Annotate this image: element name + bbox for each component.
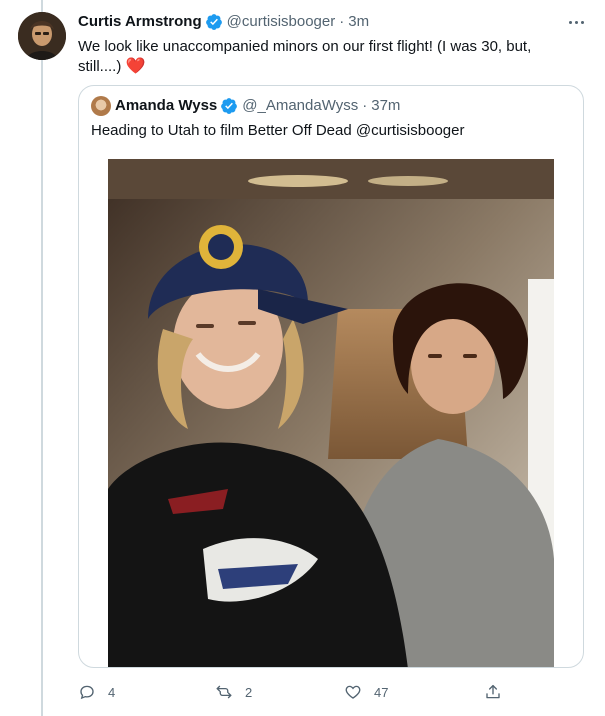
like-button[interactable]: 47 (344, 680, 388, 704)
quoted-verified-badge-icon (221, 98, 238, 114)
quoted-author-display-name: Amanda Wyss (115, 97, 218, 114)
quoted-tweet-header: Amanda Wyss @_AmandaWyss · 37m (91, 96, 400, 116)
retweet-button[interactable]: 2 (215, 680, 252, 704)
tweet-header: Curtis Armstrong @curtisisbooger · 3m (78, 12, 369, 32)
reply-icon (80, 685, 94, 700)
share-icon (486, 684, 500, 699)
heart-emoji: ❤️ (125, 58, 146, 75)
quoted-tweet-photo[interactable] (108, 159, 554, 667)
tweet-text: We look like unaccompanied minors on our… (78, 37, 578, 77)
avatar[interactable] (18, 12, 66, 60)
tweet-actions-bar: 4 2 47 (78, 680, 508, 704)
reply-button[interactable]: 4 (78, 680, 115, 704)
header-separator: · (339, 13, 345, 30)
tweet-text-body: We look like unaccompanied minors on our… (78, 38, 532, 75)
quoted-tweet-card[interactable]: Amanda Wyss @_AmandaWyss · 37m Heading t… (78, 85, 584, 668)
retweet-icon (216, 685, 232, 699)
timestamp[interactable]: 3m (348, 12, 369, 32)
author-handle[interactable]: @curtisisbooger (227, 12, 336, 32)
quoted-timestamp: 37m (371, 97, 401, 114)
author-display-name[interactable]: Curtis Armstrong (78, 12, 202, 32)
tweet[interactable]: Curtis Armstrong @curtisisbooger · 3m We… (0, 0, 605, 716)
retweet-count: 2 (245, 684, 253, 700)
quoted-author-avatar (91, 96, 111, 116)
quoted-header-separator: · (362, 97, 368, 114)
like-count: 47 (374, 684, 389, 700)
share-button[interactable] (484, 680, 502, 704)
verified-badge-icon (205, 14, 222, 30)
more-horizontal-icon[interactable] (564, 12, 588, 32)
quoted-tweet-text: Heading to Utah to film Better Off Dead … (91, 122, 465, 139)
reply-count: 4 (108, 684, 116, 700)
like-icon (345, 685, 361, 699)
quoted-author-handle: @_AmandaWyss (242, 97, 359, 114)
